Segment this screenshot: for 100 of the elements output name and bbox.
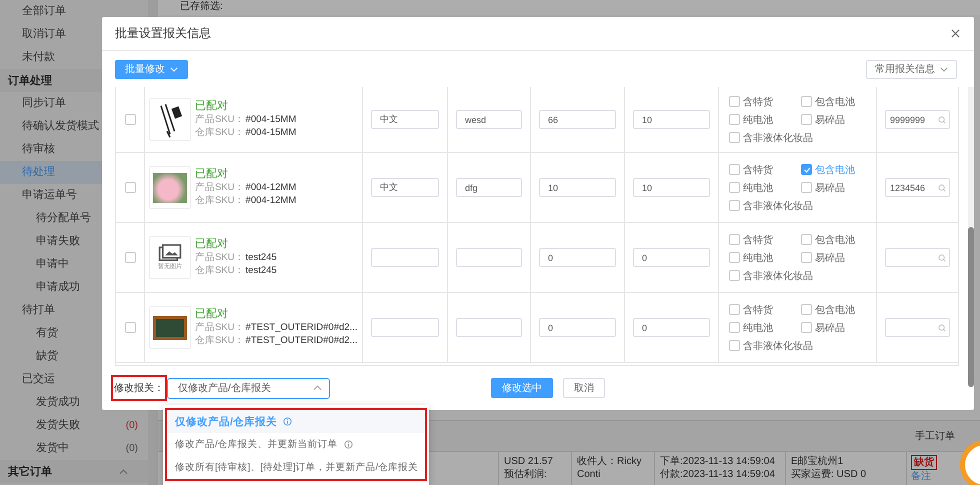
count-label: (0) <box>126 419 138 433</box>
search-field[interactable] <box>885 248 950 267</box>
search-icon <box>938 116 946 124</box>
flag-checkbox[interactable]: 含特货 <box>729 94 801 110</box>
input-field[interactable] <box>456 248 522 267</box>
flag-checkbox[interactable]: 易碎品 <box>801 180 873 196</box>
row-checkbox[interactable] <box>124 182 136 193</box>
warehouse-sku-text: #004-12MM <box>246 194 296 207</box>
input-field[interactable]: 0 <box>539 248 616 267</box>
sku-label: 仓库SKU： <box>195 194 245 207</box>
flag-checkbox[interactable]: 含非液体化妆品 <box>729 268 813 284</box>
flag-checkbox[interactable]: 含非液体化妆品 <box>729 198 813 214</box>
flag-checkbox[interactable]: 纯电池 <box>729 112 801 128</box>
flag-checkbox[interactable]: 易碎品 <box>801 250 873 266</box>
input-field[interactable] <box>456 318 522 337</box>
match-status: 已配对 <box>195 100 229 113</box>
check-icon <box>802 166 810 174</box>
shipping-fee-text: 买家运费: USD 0 <box>791 468 868 481</box>
input-field[interactable]: 0 <box>539 318 616 337</box>
sidebar-item[interactable]: 发货失败 (0) <box>0 414 148 437</box>
input-field[interactable] <box>371 318 439 337</box>
input-field[interactable]: dfg <box>456 178 522 197</box>
close-icon[interactable] <box>951 29 960 38</box>
dropdown-option[interactable]: 修改所有[待审核]、[待处理]订单，并更新产品/仓库报关 <box>167 456 425 479</box>
warehouse-sku-text: #TEST_OUTERID#0#d2... <box>246 334 358 347</box>
flag-checkbox[interactable]: 包含电池 <box>801 232 873 248</box>
customs-mode-select[interactable]: 仅修改产品/仓库报关 <box>167 378 330 398</box>
flag-checkbox[interactable]: 含特货 <box>729 232 801 248</box>
search-icon <box>938 184 946 192</box>
sku-label: 产品SKU： <box>195 251 245 264</box>
sidebar-section[interactable]: 其它订单 <box>0 460 148 483</box>
input-field[interactable] <box>371 248 439 267</box>
dropdown-option[interactable]: 修改产品/仓库报关、并更新当前订单 <box>167 433 425 456</box>
image-icon <box>158 244 182 262</box>
chevron-down-icon <box>940 66 948 72</box>
sku-label: 仓库SKU： <box>195 264 245 277</box>
search-icon <box>938 254 946 262</box>
warehouse-sku-text: test245 <box>246 264 277 277</box>
sidebar-item[interactable]: 发货中 (0) <box>0 437 148 460</box>
input-field[interactable]: wesd <box>456 110 522 129</box>
input-field[interactable]: 10 <box>539 178 616 197</box>
flag-checkbox[interactable]: 易碎品 <box>801 112 873 128</box>
flag-checkbox[interactable]: 含非液体化妆品 <box>729 130 813 146</box>
photo-placeholder <box>153 316 187 340</box>
info-icon <box>282 417 292 426</box>
sku-label: 产品SKU： <box>195 321 245 334</box>
match-status: 已配对 <box>195 168 229 181</box>
flag-checkbox[interactable]: 含特货 <box>729 162 801 178</box>
flag-checkbox[interactable]: 含特货 <box>729 302 801 318</box>
row-checkbox[interactable] <box>124 114 136 125</box>
match-status: 已配对 <box>195 308 229 321</box>
search-field[interactable]: 9999999 <box>885 110 950 129</box>
sku-label: 仓库SKU： <box>195 334 245 347</box>
warehouse-sku-text: #004-15MM <box>246 126 296 139</box>
flag-checkbox[interactable]: 易碎品 <box>801 320 873 336</box>
input-field[interactable]: 中文 <box>371 110 439 129</box>
caret-icon <box>119 468 128 474</box>
sidebar-item[interactable]: 全部订单 <box>0 0 148 23</box>
sku-label: 产品SKU： <box>195 113 245 126</box>
row-checkbox[interactable] <box>124 252 136 263</box>
input-field[interactable]: 10 <box>633 178 710 197</box>
warehouse-text: E邮宝杭州1 <box>791 455 844 468</box>
sku-label: 仓库SKU： <box>195 126 245 139</box>
presets-dropdown-button[interactable]: 常用报关信息 <box>866 60 957 78</box>
cancel-button[interactable]: 取消 <box>563 378 605 398</box>
flag-checkbox[interactable]: 纯电池 <box>729 180 801 196</box>
amount-text: USD 21.57 <box>504 455 554 468</box>
modify-customs-label: 修改报关： <box>111 375 167 401</box>
product-sku-text: #004-15MM <box>246 113 296 126</box>
input-field[interactable]: 66 <box>539 110 616 129</box>
profit-label: 预估利润: <box>504 468 548 481</box>
paid-time-text: 付款:2023-11-13 14:59:04 <box>660 468 776 481</box>
search-icon <box>938 324 946 332</box>
flag-checkbox[interactable]: 纯电池 <box>729 250 801 266</box>
input-field[interactable]: 0 <box>633 248 710 267</box>
product-sku-text: test245 <box>246 251 277 264</box>
order-type-label: 手工订单 <box>915 430 955 443</box>
product-sku-text: #004-12MM <box>246 181 296 194</box>
flag-checkbox[interactable]: 包含电池 <box>801 94 873 110</box>
flag-checkbox[interactable]: 含非液体化妆品 <box>729 338 813 354</box>
row-checkbox[interactable] <box>124 322 136 333</box>
out-of-stock-stamp: 缺货 <box>911 455 937 470</box>
sku-label: 产品SKU： <box>195 181 245 194</box>
photo-placeholder <box>153 172 187 202</box>
input-field[interactable]: 0 <box>633 318 710 337</box>
input-field[interactable]: 中文 <box>371 178 439 197</box>
count-label: (0) <box>126 442 138 456</box>
dialog-title: 批量设置报关信息 <box>115 25 211 42</box>
saved-filter-label: 已存筛选: <box>180 1 223 12</box>
search-field[interactable]: 1234546 <box>885 178 950 197</box>
match-status: 已配对 <box>195 238 229 251</box>
chevron-down-icon <box>170 66 178 72</box>
flag-checkbox[interactable]: 纯电池 <box>729 320 801 336</box>
order-time-text: 下单:2023-11-13 14:59:04 <box>660 455 776 468</box>
flag-checkbox[interactable]: 包含电池 <box>801 302 873 318</box>
input-field[interactable]: 10 <box>633 110 710 129</box>
recipient-text: 收件人：Ricky Conti <box>577 455 642 481</box>
product-sku-text: #TEST_OUTERID#0#d2... <box>246 321 358 334</box>
search-field[interactable] <box>885 318 950 337</box>
info-icon <box>344 440 353 449</box>
